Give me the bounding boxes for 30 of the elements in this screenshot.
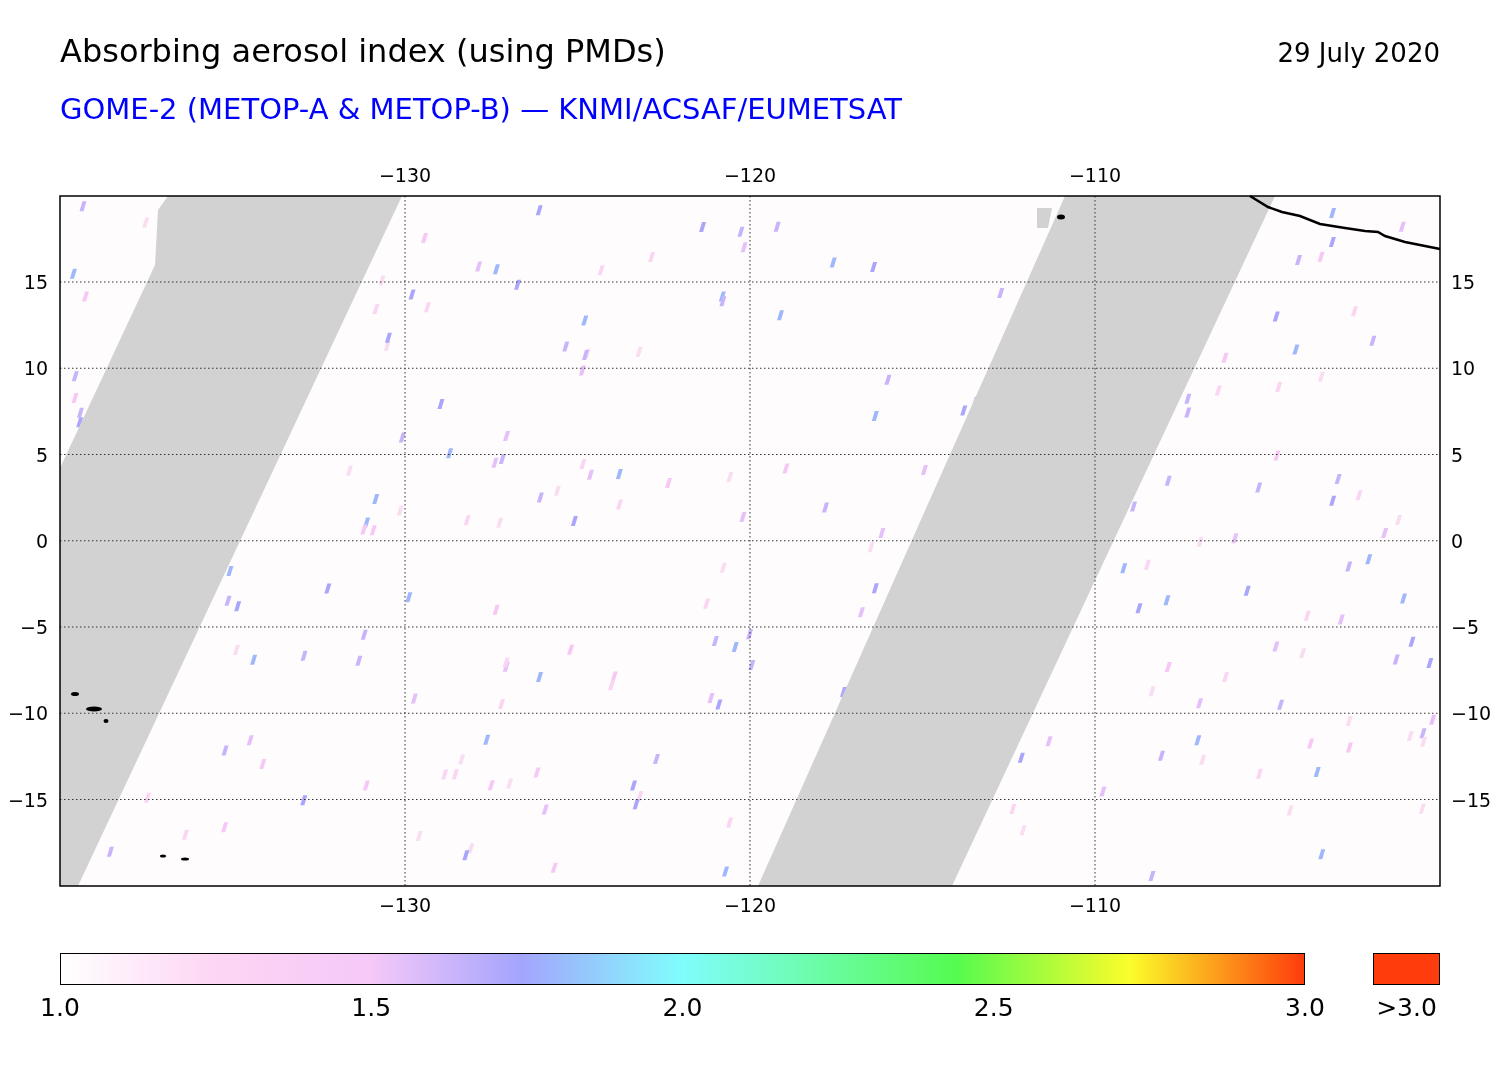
latitude-label: 5: [35, 443, 48, 466]
longitude-label: −130: [378, 164, 432, 186]
latitude-label: 15: [1451, 271, 1476, 293]
overflow-color-swatch: [1373, 953, 1440, 985]
latitude-label: 5: [1451, 443, 1464, 466]
scale-label: 2.0: [662, 993, 703, 1022]
scale-label: 3.0: [1285, 993, 1325, 1022]
scale-label: >3.0: [1376, 993, 1437, 1022]
latitude-label: 10: [1451, 357, 1476, 380]
latitude-label: −15: [7, 788, 48, 811]
latitude-label: −5: [1451, 616, 1479, 638]
latitude-label: 0: [1451, 529, 1464, 552]
scale-label: 1.5: [351, 993, 392, 1022]
latitude-label: −5: [20, 616, 48, 638]
longitude-label: −120: [723, 894, 777, 916]
latitude-label: −10: [1451, 702, 1492, 725]
chart-title: Absorbing aerosol index (using PMDs): [60, 32, 666, 70]
latitude-label: 10: [23, 357, 48, 380]
scale-label: 1.0: [40, 993, 80, 1022]
longitude-label: −110: [1068, 894, 1122, 916]
latitude-label: −15: [1451, 788, 1492, 811]
longitude-label: −110: [1068, 164, 1122, 186]
latitude-label: 15: [23, 271, 48, 293]
latitude-label: −10: [7, 702, 48, 725]
date-label: 29 July 2020: [1277, 38, 1440, 68]
latitude-label: 0: [35, 529, 48, 552]
longitude-label: −120: [723, 164, 777, 186]
longitude-label: −130: [378, 894, 432, 916]
chart-subtitle: GOME-2 (METOP-A & METOP-B) — KNMI/ACSAF/EUMETSAT: [60, 92, 904, 126]
scale-label: 2.5: [973, 993, 1014, 1022]
